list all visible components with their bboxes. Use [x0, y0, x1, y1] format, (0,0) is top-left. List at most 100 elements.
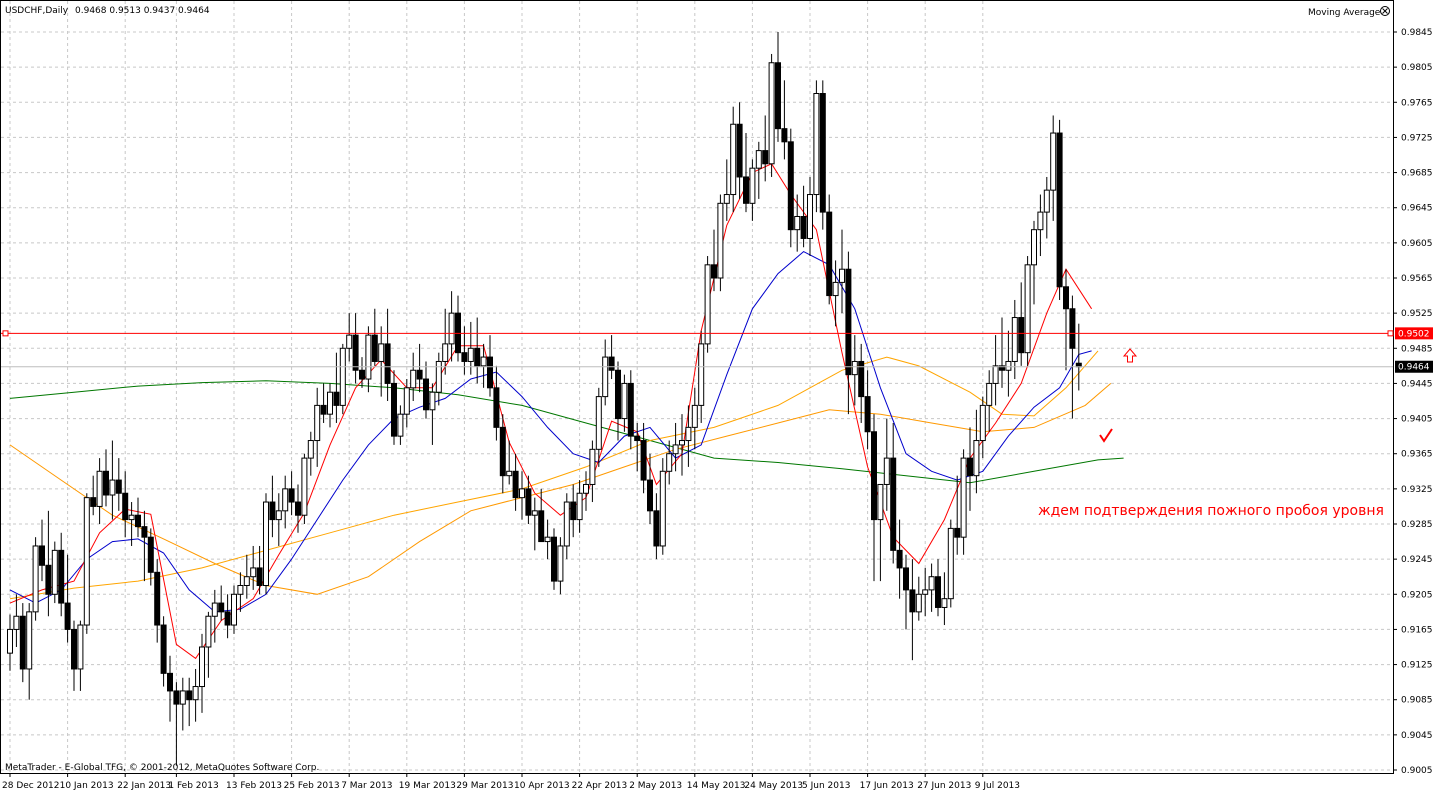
- candle-body: [794, 216, 801, 231]
- candle-body: [903, 567, 909, 591]
- candle-body: [749, 167, 756, 204]
- candle-body: [141, 526, 148, 538]
- moving-averages: [9, 163, 1124, 660]
- candle-body: [365, 334, 372, 380]
- candle-body: [435, 360, 442, 393]
- y-tick-label: 0.9325: [1401, 485, 1433, 495]
- candle-body: [864, 396, 871, 433]
- candle-body: [167, 672, 173, 692]
- candle-body: [1005, 360, 1012, 371]
- level-price-label: 0.9502: [1398, 329, 1430, 339]
- candle-body: [602, 356, 609, 398]
- candle-body: [77, 624, 84, 670]
- check-mark-icon: [1099, 428, 1113, 443]
- level-line-handle-left[interactable]: [2, 330, 9, 337]
- y-tick-label: 0.9245: [1401, 555, 1433, 565]
- candle-body: [295, 501, 301, 516]
- candle-body: [378, 343, 385, 362]
- y-tick-label: 0.9845: [1401, 28, 1433, 38]
- y-tick-label: 0.9525: [1401, 309, 1433, 319]
- x-tick-label: 27 Jun 2013: [917, 781, 971, 791]
- x-tick-label: 5 Jun 2013: [802, 781, 850, 791]
- price-chart[interactable]: 0.9845 0.9805 0.9765 0.9725 0.9685 0.9645 0.96…: [0, 0, 1434, 792]
- candle-body: [960, 457, 967, 538]
- candle-body: [58, 549, 65, 604]
- x-tick-label: 22 Apr 2013: [572, 781, 628, 791]
- candle-body: [947, 527, 954, 600]
- x-tick-label: 28 Dec 2012: [2, 781, 60, 791]
- candle-body: [621, 382, 628, 420]
- candle-body: [493, 387, 500, 428]
- candle-body: [538, 510, 545, 543]
- y-tick-label: 0.9725: [1401, 133, 1433, 143]
- candle-body: [371, 334, 378, 362]
- candle-body: [807, 194, 813, 239]
- candle-body: [179, 690, 186, 705]
- x-tick-label: 9 Jul 2013: [975, 781, 1020, 791]
- candle-body: [237, 585, 244, 595]
- current-price-label: 0.9464: [1398, 363, 1430, 373]
- candle-body: [813, 93, 820, 196]
- close-circle-icon[interactable]: [1380, 6, 1390, 16]
- candle-body: [205, 615, 212, 648]
- y-tick-label: 0.9365: [1401, 450, 1433, 460]
- candle-body: [826, 211, 833, 297]
- candle-body: [199, 646, 205, 688]
- candle-body: [531, 510, 538, 516]
- candle-body: [442, 343, 449, 362]
- candle-body: [659, 470, 666, 547]
- candle-body: [83, 497, 90, 626]
- candle-body: [45, 564, 52, 595]
- candle-body: [1031, 229, 1037, 266]
- y-tick-label: 0.9085: [1401, 696, 1433, 706]
- candle-body: [935, 576, 941, 608]
- plot-frame: [0, 0, 1394, 774]
- x-tick-label: 1 Feb 2013: [168, 781, 218, 791]
- x-tick-label: 17 Jun 2013: [860, 781, 914, 791]
- candle-body: [346, 334, 353, 349]
- candle-body: [896, 549, 903, 569]
- level-line-handle-right[interactable]: [1387, 330, 1394, 337]
- candle-body: [730, 123, 737, 196]
- candle-body: [403, 387, 410, 415]
- x-tick-label: 19 Mar 2013: [399, 781, 456, 791]
- x-tick-label: 2 May 2013: [629, 781, 682, 791]
- candle-body: [890, 457, 897, 551]
- candle-body: [627, 382, 634, 437]
- x-tick-label: 24 May 2013: [744, 781, 803, 791]
- candle-body: [1056, 132, 1063, 288]
- candle-body: [544, 536, 551, 543]
- x-tick-label: 14 May 2013: [687, 781, 746, 791]
- candle-body: [871, 431, 877, 521]
- x-tick-label: 10 Apr 2013: [514, 781, 570, 791]
- candle-body: [448, 312, 455, 345]
- candle-body: [499, 426, 506, 477]
- candle-body: [51, 549, 58, 595]
- y-tick-label: 0.9005: [1401, 766, 1433, 776]
- candle-body: [147, 536, 154, 573]
- candle-body: [461, 352, 468, 362]
- y-tick-label: 0.9445: [1401, 379, 1433, 389]
- candle-body: [173, 690, 180, 705]
- candle-body: [263, 501, 269, 586]
- candle-body: [768, 62, 775, 165]
- candle-body: [391, 382, 397, 437]
- candle-body: [1024, 264, 1031, 354]
- candle-body: [787, 141, 794, 231]
- candle-body: [743, 176, 749, 204]
- candle-body: [589, 448, 596, 485]
- candle-body: [333, 391, 340, 406]
- candle-body: [883, 457, 890, 485]
- candle-body: [243, 576, 250, 587]
- up-arrow-outline-icon: [1122, 348, 1138, 363]
- y-tick-label: 0.9765: [1401, 98, 1433, 108]
- candle-body: [122, 492, 129, 521]
- candle-body: [71, 628, 77, 670]
- candle-body: [314, 404, 321, 442]
- candle-body: [755, 150, 762, 169]
- candle-body: [775, 62, 781, 130]
- candle-body: [973, 440, 980, 477]
- candle-body: [979, 404, 986, 442]
- candle-body: [519, 488, 525, 499]
- candle-body: [832, 281, 839, 297]
